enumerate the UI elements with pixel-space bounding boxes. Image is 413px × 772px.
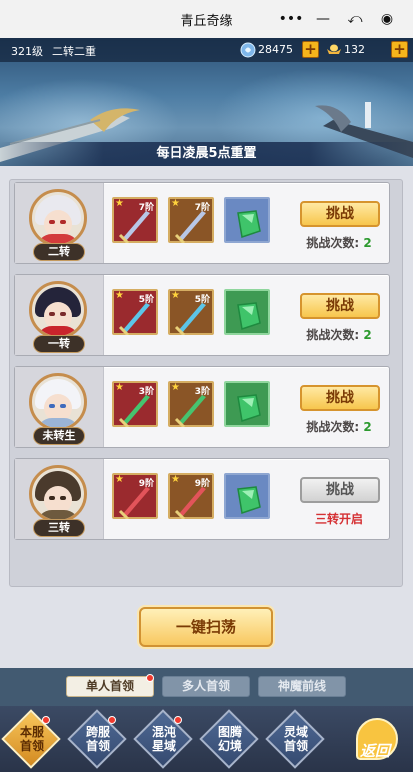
player-level: 321级 xyxy=(11,45,43,58)
nav-totem-realm[interactable]: 图腾 幻境 xyxy=(199,709,260,769)
green-gem-icon xyxy=(237,302,261,330)
gem-count: 28475 xyxy=(258,43,293,56)
challenge-card: 三转 ★ 9阶 ★ 9阶 挑战 三转开启 xyxy=(14,458,390,540)
challenge-count: 挑战次数: 2 xyxy=(306,328,372,342)
challenge-card: 未转生 ★ 3阶 ★ 3阶 挑战 挑战次数: 2 xyxy=(14,366,390,448)
challenge-panel: 二转 ★ 7阶 ★ 7阶 挑战 挑战次数: 2 一转 ★ 5阶 ★ 5阶 挑战 … xyxy=(9,179,403,587)
tab-solo-boss[interactable]: 单人首领 xyxy=(66,676,154,697)
gold-ingot-icon xyxy=(327,44,341,54)
rebirth-badge: 三转 xyxy=(33,519,85,537)
nav-cross-server-boss[interactable]: 跨服 首领 xyxy=(67,709,128,769)
reward-gem-slot[interactable] xyxy=(224,289,270,335)
boss-portrait-area: 三转 xyxy=(15,459,104,539)
sweep-all-button[interactable]: 一键扫荡 xyxy=(139,607,273,647)
reward-item-slot[interactable]: ★ 3阶 xyxy=(112,381,158,427)
reward-item-slot[interactable]: ★ 9阶 xyxy=(112,473,158,519)
nav-chaos-realm[interactable]: 混沌 星域 xyxy=(133,709,194,769)
coin-count: 132 xyxy=(344,43,365,56)
nav-server-boss[interactable]: 本服 首领 xyxy=(1,709,62,769)
gem-icon xyxy=(240,42,256,58)
player-info-bar: 321级 二转二重 28475 + 132 + xyxy=(0,38,413,62)
challenge-button[interactable]: 挑战 xyxy=(300,385,380,411)
sword-icon xyxy=(174,211,206,243)
nav-label: 本服 首领 xyxy=(19,725,44,753)
sword-icon xyxy=(118,395,150,427)
boss-portrait-area: 二转 xyxy=(15,183,104,263)
reward-item-slot[interactable]: ★ 7阶 xyxy=(112,197,158,243)
boss-avatar[interactable] xyxy=(29,373,87,431)
bottom-nav: 本服 首领 跨服 首领 混沌 星域 图腾 幻境 灵域 首领 返回 xyxy=(0,706,413,772)
nav-spirit-boss[interactable]: 灵域 首领 xyxy=(265,709,326,769)
sword-icon xyxy=(118,211,150,243)
boss-avatar[interactable] xyxy=(29,465,87,523)
challenge-card: 二转 ★ 7阶 ★ 7阶 挑战 挑战次数: 2 xyxy=(14,182,390,264)
sword-icon xyxy=(118,303,150,335)
restore-icon[interactable]: ⤺ xyxy=(342,11,368,27)
challenge-button[interactable]: 挑战 xyxy=(300,201,380,227)
challenge-count: 挑战次数: 2 xyxy=(306,236,372,250)
rebirth-badge: 未转生 xyxy=(33,427,85,445)
reward-item-slot[interactable]: ★ 3阶 xyxy=(168,381,214,427)
more-icon[interactable]: ••• xyxy=(278,11,304,27)
window-title-bar: 青丘奇缘 ••• — ⤺ ◉ xyxy=(0,0,413,38)
boss-portrait-area: 一转 xyxy=(15,275,104,355)
boss-avatar[interactable] xyxy=(29,281,87,339)
nav-label: 图腾 幻境 xyxy=(217,725,242,753)
back-button[interactable]: 返回 xyxy=(350,714,408,768)
sword-icon xyxy=(174,303,206,335)
tab-demon-front[interactable]: 神魔前线 xyxy=(258,676,346,697)
boss-avatar[interactable] xyxy=(29,189,87,247)
reward-item-slot[interactable]: ★ 5阶 xyxy=(168,289,214,335)
green-gem-icon xyxy=(237,486,261,514)
reward-item-slot[interactable]: ★ 9阶 xyxy=(168,473,214,519)
challenge-count: 挑战次数: 2 xyxy=(306,420,372,434)
nav-label: 混沌 星域 xyxy=(151,725,176,753)
header-banner: 321级 二转二重 28475 + 132 + 每日凌晨5点重置 xyxy=(0,38,413,166)
sub-tab-bar: 单人首领 多人首领 神魔前线 xyxy=(0,668,413,706)
challenge-card: 一转 ★ 5阶 ★ 5阶 挑战 挑战次数: 2 xyxy=(14,274,390,356)
notification-dot xyxy=(108,716,116,724)
window-controls: ••• — ⤺ ◉ xyxy=(275,7,403,31)
sword-icon xyxy=(118,487,150,519)
add-coins-button[interactable]: + xyxy=(391,41,408,58)
challenge-button[interactable]: 挑战 xyxy=(300,293,380,319)
player-rank: 二转二重 xyxy=(52,45,96,58)
reward-item-slot[interactable]: ★ 7阶 xyxy=(168,197,214,243)
notification-dot xyxy=(174,716,182,724)
nav-label: 跨服 首领 xyxy=(85,725,110,753)
reward-gem-slot[interactable] xyxy=(224,197,270,243)
record-icon[interactable]: ◉ xyxy=(374,11,400,27)
tab-multi-boss[interactable]: 多人首领 xyxy=(162,676,250,697)
green-gem-icon xyxy=(237,210,261,238)
boss-portrait-area: 未转生 xyxy=(15,367,104,447)
rebirth-badge: 二转 xyxy=(33,243,85,261)
nav-label: 灵域 首领 xyxy=(283,725,308,753)
notification-dot xyxy=(42,716,50,724)
rebirth-badge: 一转 xyxy=(33,335,85,353)
green-gem-icon xyxy=(237,394,261,422)
reset-notice: 每日凌晨5点重置 xyxy=(0,142,413,166)
unlock-requirement: 三转开启 xyxy=(314,512,363,526)
reward-item-slot[interactable]: ★ 5阶 xyxy=(112,289,158,335)
add-gems-button[interactable]: + xyxy=(302,41,319,58)
sword-icon xyxy=(174,487,206,519)
sword-icon xyxy=(174,395,206,427)
notification-dot xyxy=(146,674,154,682)
challenge-button[interactable]: 挑战 xyxy=(300,477,380,503)
reward-gem-slot[interactable] xyxy=(224,473,270,519)
reward-gem-slot[interactable] xyxy=(224,381,270,427)
back-label: 返回 xyxy=(360,742,391,760)
minimize-icon[interactable]: — xyxy=(310,11,336,27)
